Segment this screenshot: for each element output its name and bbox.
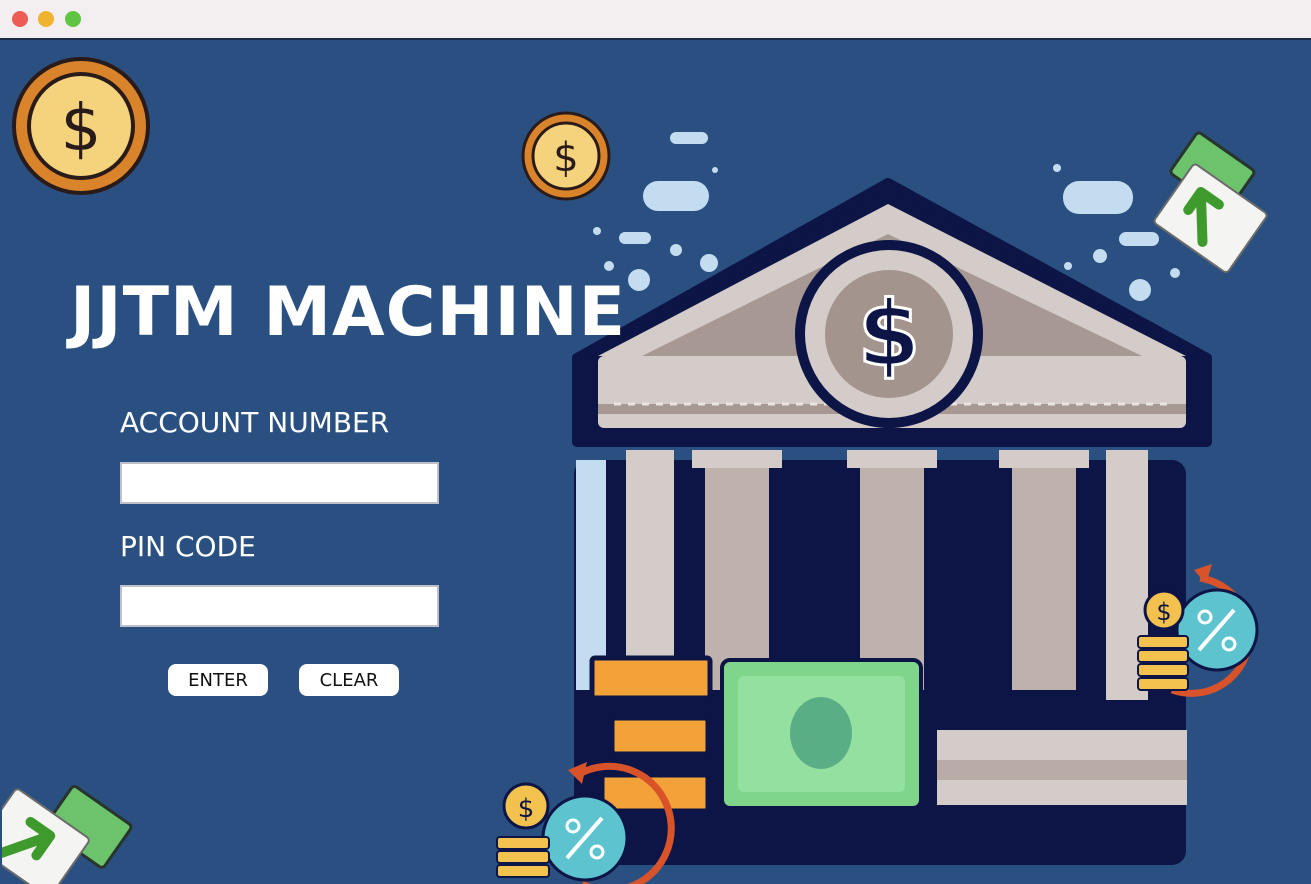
title-bar	[0, 0, 1311, 40]
coin-icon: $	[521, 111, 611, 201]
svg-text:$: $	[518, 794, 535, 824]
banknote-arrow-icon	[1153, 131, 1268, 273]
maximize-window-button[interactable]	[65, 11, 81, 27]
pin-code-input[interactable]	[120, 585, 439, 627]
svg-text:$: $	[61, 92, 102, 166]
account-number-label: ACCOUNT NUMBER	[120, 406, 390, 439]
svg-text:$: $	[1156, 598, 1171, 626]
account-number-input[interactable]	[120, 462, 439, 504]
app-window: $ $ $ $ $ JJTM MACHINE ACCOUNT NUMBER PI…	[0, 0, 1311, 884]
app-title: JJTM MACHINE	[70, 273, 627, 352]
coin-icon: $	[12, 57, 150, 195]
bank-building-icon: $	[572, 178, 1212, 865]
login-screen: $ $ $ $ $ JJTM MACHINE ACCOUNT NUMBER PI…	[2, 40, 1309, 884]
pin-code-label: PIN CODE	[120, 530, 256, 563]
minimize-window-button[interactable]	[38, 11, 54, 27]
clear-button[interactable]: CLEAR	[299, 664, 399, 696]
coin-stack-icon: $	[496, 782, 550, 878]
close-window-button[interactable]	[12, 11, 28, 27]
svg-text:$: $	[553, 135, 578, 181]
banknote-arrow-icon	[2, 785, 133, 884]
svg-text:$: $	[858, 282, 921, 387]
enter-button[interactable]: ENTER	[168, 664, 268, 696]
coin-stack-icon: $	[1137, 589, 1189, 691]
